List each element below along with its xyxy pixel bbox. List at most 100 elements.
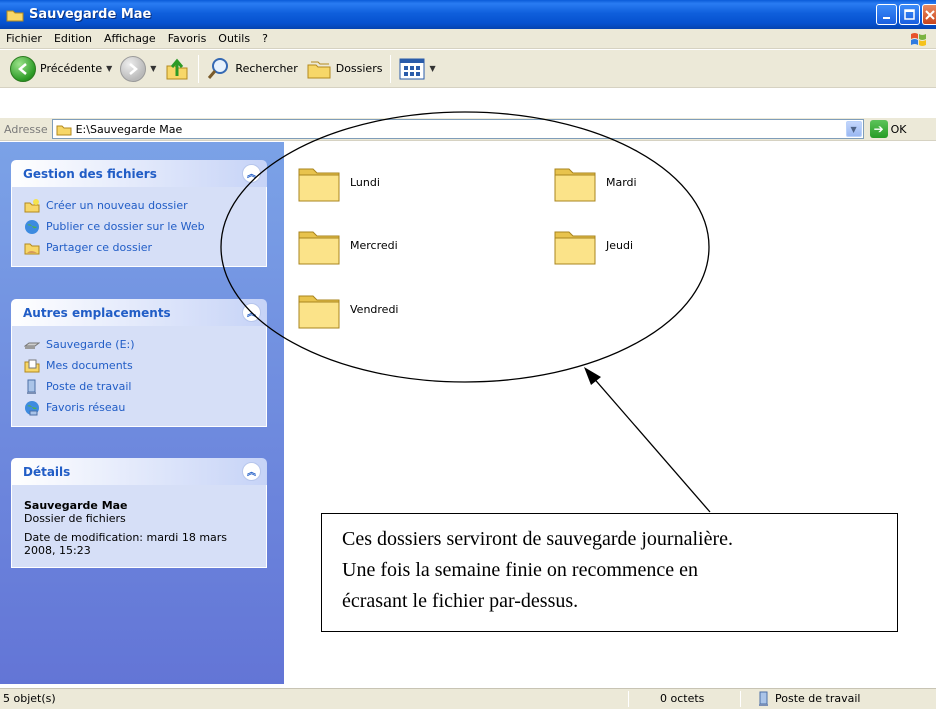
folder-icon	[554, 168, 596, 202]
network-icon	[25, 400, 39, 415]
place-my-documents[interactable]: Mes documents	[24, 355, 256, 376]
folders-label: Dossiers	[335, 62, 383, 75]
computer-icon	[759, 691, 768, 706]
address-label: Adresse	[4, 122, 48, 136]
menu-help[interactable]: ?	[256, 32, 274, 45]
menu-outils[interactable]: Outils	[212, 32, 256, 45]
file-tasks-panel: Gestion des fichiers ︽ Créer un nouveau …	[11, 160, 267, 267]
folders-button[interactable]: Dossiers	[302, 52, 387, 86]
forward-dropdown-icon[interactable]: ▼	[150, 64, 156, 73]
views-button[interactable]: ▼	[395, 52, 439, 86]
minimize-button[interactable]	[876, 4, 897, 25]
place-label: Poste de travail	[46, 380, 132, 393]
folder-label: Mercredi	[350, 238, 398, 252]
folder-label: Mardi	[606, 175, 637, 189]
file-tasks-body: Créer un nouveau dossier Publier ce doss…	[11, 187, 267, 267]
annotation-line: écrasant le fichier par-dessus.	[342, 590, 579, 612]
status-divider	[628, 691, 629, 707]
other-places-panel: Autres emplacements ︽ Sauvegarde (E:) Me…	[11, 299, 267, 427]
address-bar: Adresse E:\Sauvegarde Mae ▼ ➔ OK	[0, 118, 936, 141]
share-folder-icon	[24, 243, 40, 254]
search-button[interactable]: Rechercher	[203, 52, 301, 86]
address-field[interactable]: E:\Sauvegarde Mae ▼	[51, 119, 864, 139]
folder-icon	[554, 231, 596, 265]
toolbar-separator	[198, 54, 200, 83]
go-button[interactable]: ➔ OK	[869, 120, 907, 138]
menu-edition[interactable]: Edition	[48, 32, 98, 45]
task-label: Créer un nouveau dossier	[46, 199, 188, 212]
views-dropdown-icon[interactable]: ▼	[429, 64, 435, 73]
place-label: Sauvegarde (E:)	[46, 338, 135, 351]
place-network[interactable]: Favoris réseau	[24, 397, 256, 418]
task-share-folder[interactable]: Partager ce dossier	[24, 237, 256, 258]
file-tasks-title: Gestion des fichiers	[23, 166, 157, 181]
details-title: Détails	[23, 464, 71, 479]
details-header[interactable]: Détails ︽	[11, 458, 267, 485]
folder-label: Lundi	[350, 175, 380, 189]
computer-icon	[27, 379, 36, 394]
window-title: Sauvegarde Mae	[29, 7, 152, 22]
details-panel: Détails ︽ Sauvegarde Mae Dossier de fich…	[11, 458, 267, 568]
close-button[interactable]	[922, 4, 936, 25]
new-folder-icon	[24, 198, 40, 212]
back-button[interactable]: Précédente ▼	[6, 52, 116, 86]
status-divider	[740, 691, 741, 707]
other-places-body: Sauvegarde (E:) Mes documents Poste de t…	[11, 326, 267, 427]
folder-item[interactable]: Vendredi	[296, 287, 398, 331]
toolbar: Précédente ▼ ▼ Rechercher Dossiers ▼	[0, 50, 936, 88]
task-publish-web[interactable]: Publier ce dossier sur le Web	[24, 216, 256, 237]
views-icon	[399, 58, 425, 79]
menu-fichier[interactable]: Fichier	[0, 32, 48, 45]
go-arrow-icon: ➔	[869, 120, 888, 138]
folder-item[interactable]: Jeudi	[552, 223, 633, 267]
folders-icon	[307, 61, 331, 78]
menu-favoris[interactable]: Favoris	[162, 32, 213, 45]
annotation-line: Une fois la semaine finie on recommence …	[342, 559, 698, 581]
folder-label: Vendredi	[350, 302, 399, 316]
toolbar-separator	[390, 54, 392, 83]
address-dropdown-icon[interactable]: ▼	[845, 121, 862, 137]
title-bar[interactable]: Sauvegarde Mae	[0, 0, 936, 29]
task-label: Publier ce dossier sur le Web	[46, 220, 205, 233]
status-bar: 5 objet(s) 0 octets Poste de travail	[0, 688, 936, 709]
menu-bar: Fichier Edition Affichage Favoris Outils…	[0, 29, 936, 49]
folder-icon	[298, 231, 340, 265]
back-label: Précédente	[40, 62, 103, 75]
documents-folder-icon	[24, 359, 40, 372]
annotation-note: Ces dossiers serviront de sauvegarde jou…	[321, 513, 898, 632]
back-dropdown-icon[interactable]: ▼	[106, 64, 112, 73]
folder-item[interactable]: Lundi	[296, 160, 380, 204]
up-button[interactable]	[160, 52, 194, 86]
windows-logo-icon	[911, 33, 926, 46]
folder-label: Jeudi	[606, 238, 634, 252]
collapse-icon[interactable]: ︽	[242, 303, 261, 322]
status-objects: 5 objet(s)	[3, 692, 56, 705]
forward-button[interactable]: ▼	[116, 52, 160, 86]
other-places-header[interactable]: Autres emplacements ︽	[11, 299, 267, 326]
globe-icon	[25, 219, 39, 234]
search-label: Rechercher	[235, 62, 298, 75]
details-modified: Date de modification: mardi 18 mars 2008…	[24, 531, 228, 557]
task-new-folder[interactable]: Créer un nouveau dossier	[24, 195, 256, 216]
place-drive-e[interactable]: Sauvegarde (E:)	[24, 334, 256, 355]
maximize-button[interactable]	[899, 4, 920, 25]
place-my-computer[interactable]: Poste de travail	[24, 376, 256, 397]
folder-icon	[6, 10, 24, 21]
task-label: Partager ce dossier	[46, 241, 153, 254]
folder-item[interactable]: Mercredi	[296, 223, 398, 267]
forward-arrow-icon	[120, 55, 147, 82]
folder-icon	[298, 295, 340, 329]
collapse-icon[interactable]: ︽	[242, 462, 261, 481]
file-tasks-header[interactable]: Gestion des fichiers ︽	[11, 160, 267, 187]
go-label: OK	[890, 122, 907, 136]
details-body: Sauvegarde Mae Dossier de fichiers Date …	[11, 485, 267, 568]
details-name: Sauvegarde Mae	[24, 499, 128, 512]
menu-affichage[interactable]: Affichage	[98, 32, 162, 45]
collapse-icon[interactable]: ︽	[242, 164, 261, 183]
status-location: Poste de travail	[775, 692, 861, 705]
place-label: Mes documents	[46, 359, 133, 372]
folder-item[interactable]: Mardi	[552, 160, 637, 204]
minimize-icon	[882, 16, 890, 19]
address-value: E:\Sauvegarde Mae	[75, 122, 183, 136]
folder-icon	[298, 168, 340, 202]
